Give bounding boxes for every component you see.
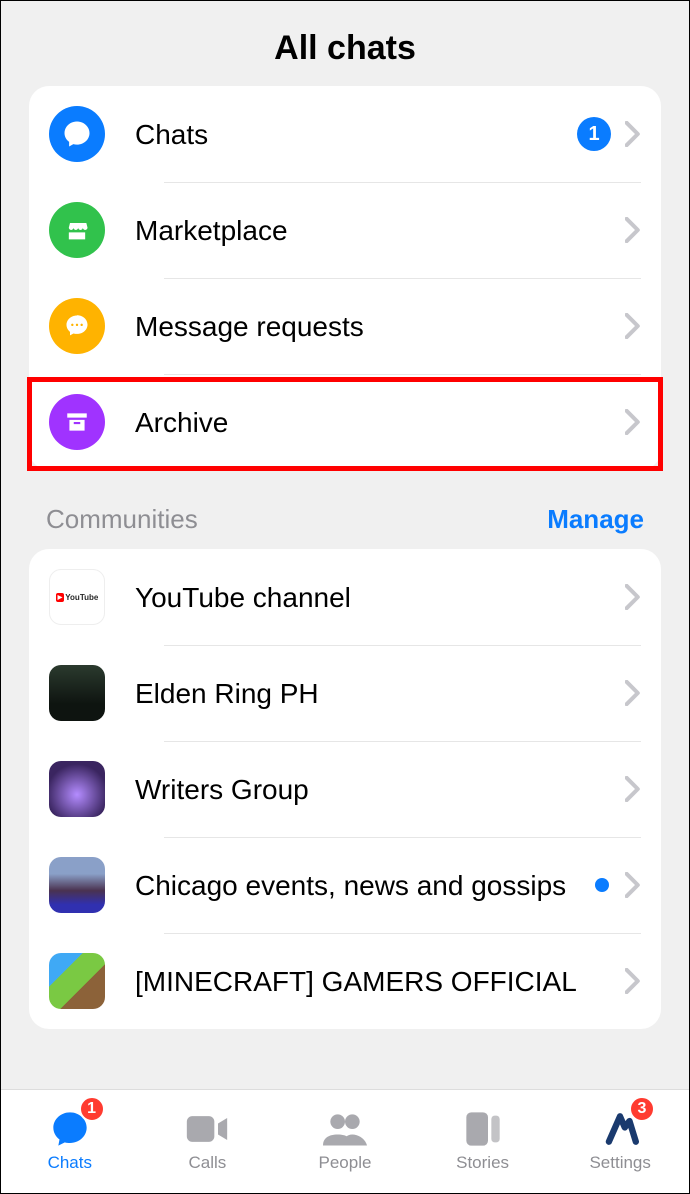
calls-tab-icon [185,1111,229,1147]
community-row-youtube[interactable]: ▶YouTube YouTube channel [29,549,661,645]
folder-row-archive[interactable]: Archive [29,374,661,470]
message-requests-icon [49,298,105,354]
chevron-right-icon [625,409,641,435]
chevron-right-icon [625,121,641,147]
tab-label: People [319,1153,372,1173]
tab-badge: 1 [79,1096,105,1122]
stories-tab-icon [461,1111,505,1147]
community-avatar [49,857,105,913]
tab-calls[interactable]: Calls [139,1090,277,1193]
people-tab-icon [323,1111,367,1147]
community-avatar [49,953,105,1009]
tab-stories[interactable]: Stories [414,1090,552,1193]
community-avatar [49,761,105,817]
community-row-minecraft[interactable]: [MINECRAFT] GAMERS OFFICIAL [29,933,661,1029]
folder-row-message-requests[interactable]: Message requests [29,278,661,374]
community-label: Elden Ring PH [135,676,625,711]
tab-label: Stories [456,1153,509,1173]
unread-dot [595,878,609,892]
community-label: [MINECRAFT] GAMERS OFFICIAL [135,964,625,999]
chevron-right-icon [625,584,641,610]
tab-label: Settings [589,1153,650,1173]
community-row-eldenring[interactable]: Elden Ring PH [29,645,661,741]
tab-badge: 3 [629,1096,655,1122]
chevron-right-icon [625,776,641,802]
tab-chats[interactable]: 1 Chats [1,1090,139,1193]
folders-card: Chats 1 Marketplace Message requests Arc… [29,86,661,470]
chevron-right-icon [625,313,641,339]
community-row-chicago[interactable]: Chicago events, news and gossips [29,837,661,933]
archive-icon [49,394,105,450]
community-avatar [49,665,105,721]
chevron-right-icon [625,217,641,243]
communities-header: Communities Manage [1,470,689,549]
tab-label: Calls [188,1153,226,1173]
community-label: Writers Group [135,772,625,807]
marketplace-icon [49,202,105,258]
tab-label: Chats [48,1153,92,1173]
communities-card: ▶YouTube YouTube channel Elden Ring PH W… [29,549,661,1029]
page-header: All chats [1,1,689,86]
manage-button[interactable]: Manage [547,504,644,535]
folder-label: Archive [135,405,625,440]
tab-settings[interactable]: 3 Settings [551,1090,689,1193]
community-avatar: ▶YouTube [49,569,105,625]
community-label: YouTube channel [135,580,625,615]
chevron-right-icon [625,968,641,994]
chevron-right-icon [625,872,641,898]
page-title: All chats [1,29,689,68]
folder-label: Message requests [135,309,625,344]
community-label: Chicago events, news and gossips [135,868,595,903]
community-row-writers[interactable]: Writers Group [29,741,661,837]
chevron-right-icon [625,680,641,706]
tab-people[interactable]: People [276,1090,414,1193]
chat-bubble-icon [49,106,105,162]
folder-row-marketplace[interactable]: Marketplace [29,182,661,278]
folder-row-chats[interactable]: Chats 1 [29,86,661,182]
folder-label: Chats [135,117,577,152]
folder-label: Marketplace [135,213,625,248]
tab-bar: 1 Chats Calls People Stories 3 Settings [1,1089,689,1193]
unread-badge: 1 [577,117,611,151]
communities-title: Communities [46,504,198,535]
